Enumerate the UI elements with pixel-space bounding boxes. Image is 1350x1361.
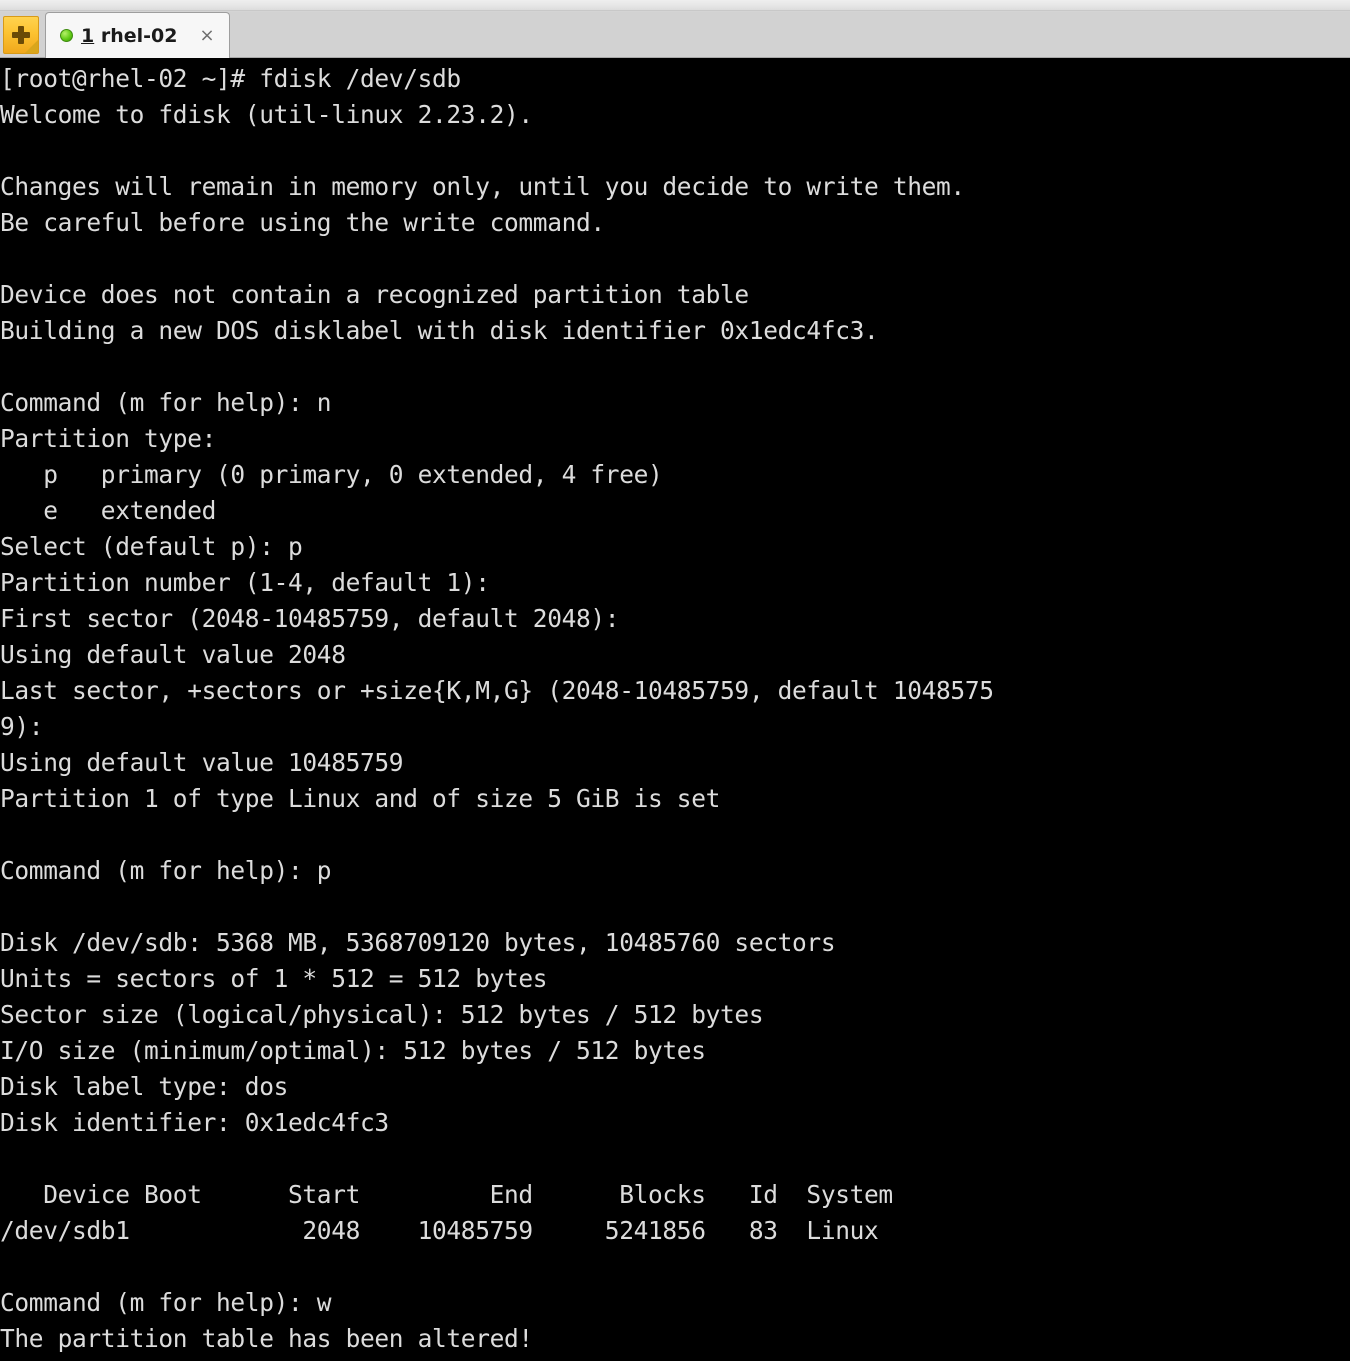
terminal-line: Building a new DOS disklabel with disk i… xyxy=(0,316,879,345)
terminal-line: 9): xyxy=(0,712,44,741)
terminal-line: The partition table has been altered! xyxy=(0,1324,533,1353)
terminal-line: [root@rhel-02 ~]# fdisk /dev/sdb xyxy=(0,64,461,93)
terminal-line: Command (m for help): p xyxy=(0,856,332,885)
terminal-line: p primary (0 primary, 0 extended, 4 free… xyxy=(0,460,663,489)
terminal-line: e extended xyxy=(0,496,217,525)
terminal-line: Select (default p): p xyxy=(0,532,303,561)
terminal-line: Disk /dev/sdb: 5368 MB, 5368709120 bytes… xyxy=(0,928,836,957)
terminal-line: Partition 1 of type Linux and of size 5 … xyxy=(0,784,721,813)
window-title-strip xyxy=(0,0,1350,11)
terminal-line: Units = sectors of 1 * 512 = 512 bytes xyxy=(0,964,548,993)
tab-rhel-02[interactable]: 1 rhel-02 × xyxy=(45,12,230,58)
terminal-line: Command (m for help): n xyxy=(0,388,332,417)
tab-label: rhel-02 xyxy=(94,24,178,47)
terminal-line: Using default value 2048 xyxy=(0,640,346,669)
terminal-line: Partition number (1-4, default 1): xyxy=(0,568,490,597)
terminal-line: Be careful before using the write comman… xyxy=(0,208,605,237)
terminal-line: I/O size (minimum/optimal): 512 bytes / … xyxy=(0,1036,706,1065)
plus-icon-vertical xyxy=(18,26,24,44)
terminal-line: First sector (2048-10485759, default 204… xyxy=(0,604,620,633)
terminal-window[interactable]: [root@rhel-02 ~]# fdisk /dev/sdb Welcome … xyxy=(0,58,1350,1361)
terminal-line: Disk identifier: 0x1edc4fc3 xyxy=(0,1108,389,1137)
terminal-line: /dev/sdb1 2048 10485759 5241856 83 Linux xyxy=(0,1216,879,1245)
terminal-line: Disk label type: dos xyxy=(0,1072,289,1101)
new-tab-button[interactable] xyxy=(3,16,39,54)
tab-status-dot-icon xyxy=(60,29,73,42)
terminal-line: Changes will remain in memory only, unti… xyxy=(0,172,965,201)
terminal-line: Device Boot Start End Blocks Id System xyxy=(0,1180,893,1209)
tab-list: 1 rhel-02 × xyxy=(45,12,230,58)
tab-index: 1 xyxy=(81,24,95,47)
tab-title: 1 rhel-02 xyxy=(81,25,177,47)
window-chrome: 1 rhel-02 × xyxy=(0,0,1350,58)
terminal-line: Sector size (logical/physical): 512 byte… xyxy=(0,1000,764,1029)
terminal-line: Partition type: xyxy=(0,424,217,453)
tab-close-icon[interactable]: × xyxy=(195,26,218,45)
terminal-line: Last sector, +sectors or +size{K,M,G} (2… xyxy=(0,676,994,705)
terminal-screen[interactable]: [root@rhel-02 ~]# fdisk /dev/sdb Welcome … xyxy=(0,58,1350,1357)
dropdown-corner-icon[interactable] xyxy=(25,40,38,53)
terminal-line: Welcome to fdisk (util-linux 2.23.2). xyxy=(0,100,533,129)
terminal-line: Using default value 10485759 xyxy=(0,748,404,777)
terminal-line: Command (m for help): w xyxy=(0,1288,332,1317)
terminal-line: Device does not contain a recognized par… xyxy=(0,280,749,309)
